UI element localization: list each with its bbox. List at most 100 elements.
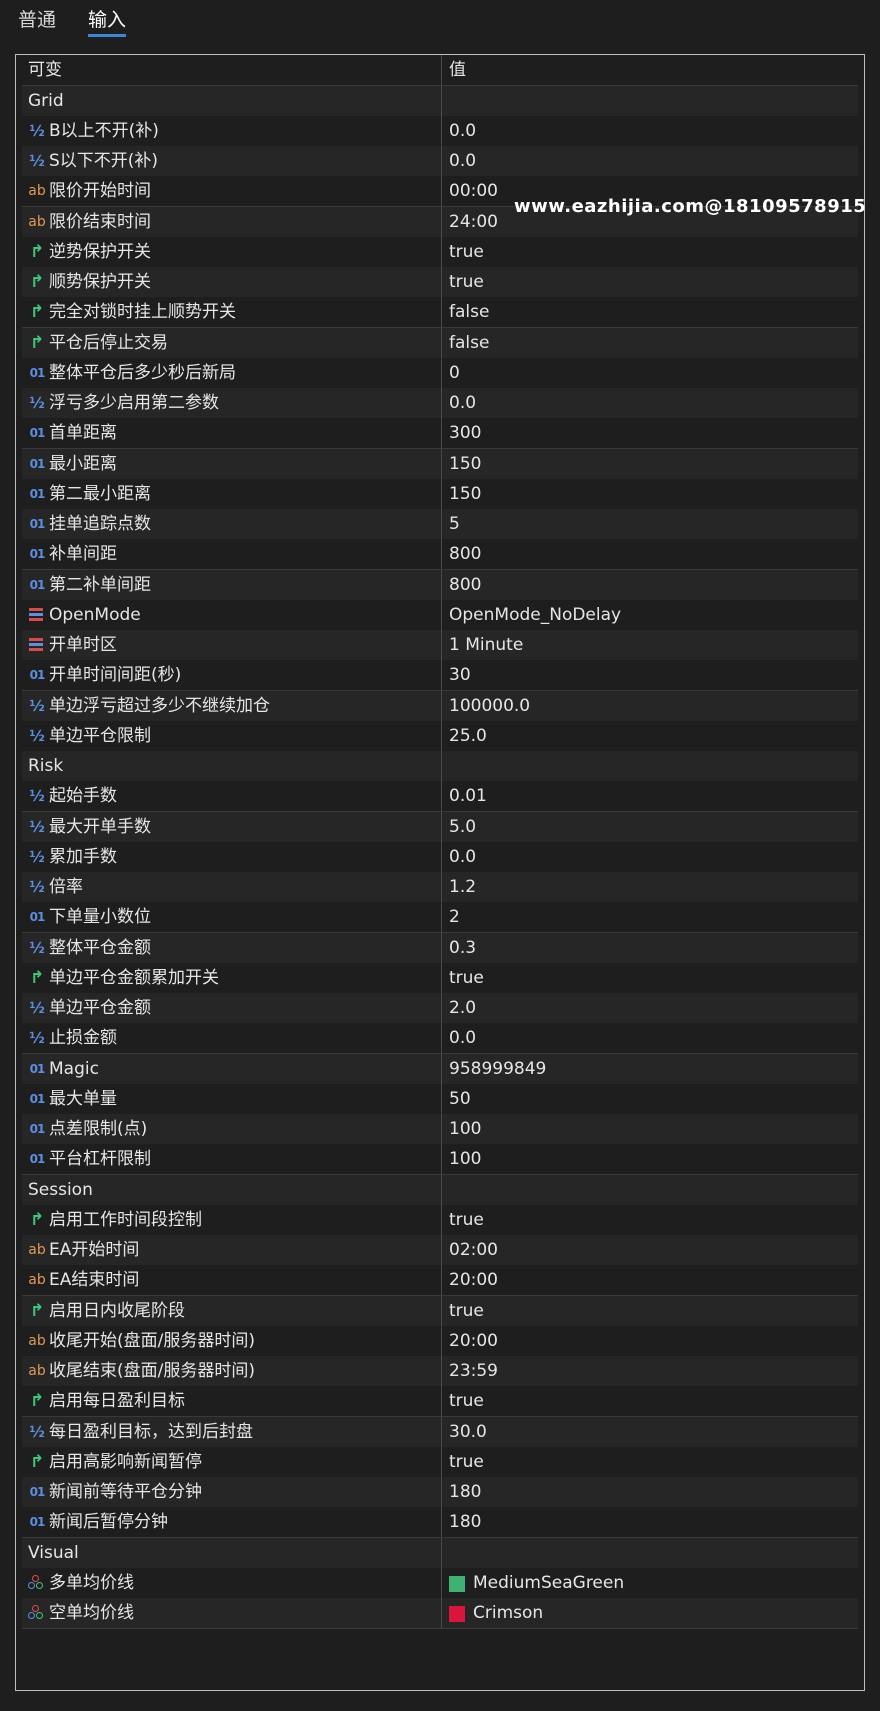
param-value[interactable]: OpenMode_NoDelay <box>449 600 621 630</box>
param-value-cell[interactable]: true <box>442 1205 856 1235</box>
param-value-cell[interactable]: 0.0 <box>442 1023 856 1053</box>
param-value-cell[interactable]: true <box>442 267 856 297</box>
table-row[interactable]: ½ 最大开单手数 5.0 <box>22 811 858 843</box>
table-row[interactable]: ab EA结束时间 20:00 <box>22 1265 858 1297</box>
table-row[interactable]: ab EA开始时间 02:00 <box>22 1235 858 1266</box>
table-row[interactable]: 01 补单间距 800 <box>22 539 858 571</box>
param-value-cell[interactable]: 300 <box>442 418 856 448</box>
table-row[interactable]: ab 收尾开始(盘面/服务器时间) 20:00 <box>22 1325 858 1357</box>
table-row[interactable]: ↱ 平仓后停止交易 false <box>22 327 858 359</box>
param-value-cell[interactable]: true <box>442 1447 856 1477</box>
param-value[interactable]: 00:00 <box>449 176 498 206</box>
param-value[interactable]: 958999849 <box>449 1054 546 1084</box>
param-value[interactable]: 02:00 <box>449 1235 498 1265</box>
param-value[interactable]: 2.0 <box>449 993 476 1023</box>
param-value[interactable]: 30 <box>449 660 471 690</box>
table-row[interactable]: ½ B以上不开(补) 0.0 <box>22 115 858 147</box>
param-value-cell[interactable]: 20:00 <box>442 1326 856 1356</box>
param-value-cell[interactable]: Crimson <box>442 1598 856 1628</box>
param-value[interactable]: 150 <box>449 449 481 479</box>
table-row[interactable]: ↱ 启用高影响新闻暂停 true <box>22 1446 858 1478</box>
param-value[interactable]: true <box>449 1447 484 1477</box>
table-row[interactable]: ↱ 顺势保护开关 true <box>22 267 858 298</box>
table-row[interactable]: 01 平台杠杆限制 100 <box>22 1144 858 1176</box>
param-value-cell[interactable]: 100000.0 <box>442 691 856 721</box>
param-value[interactable]: 25.0 <box>449 721 487 751</box>
param-value-cell[interactable]: 0.0 <box>442 842 856 872</box>
param-value-cell[interactable]: 0.0 <box>442 146 856 176</box>
param-value-cell[interactable]: 0.01 <box>442 781 856 811</box>
param-value[interactable]: true <box>449 237 484 267</box>
param-value-cell[interactable]: 100 <box>442 1144 856 1174</box>
param-value-cell[interactable]: true <box>442 963 856 993</box>
column-header-name[interactable]: 可变 <box>22 55 442 85</box>
param-value-cell[interactable]: 0.0 <box>442 116 856 146</box>
param-value[interactable]: true <box>449 963 484 993</box>
param-value-cell[interactable]: true <box>442 1386 856 1416</box>
param-value[interactable]: true <box>449 1205 484 1235</box>
table-row[interactable]: 01 首单距离 300 <box>22 418 858 450</box>
param-value-cell[interactable]: 150 <box>442 479 856 509</box>
param-value-cell[interactable]: MediumSeaGreen <box>442 1568 856 1598</box>
param-value[interactable]: 0.0 <box>449 116 476 146</box>
param-value[interactable]: 1.2 <box>449 872 476 902</box>
param-value[interactable]: MediumSeaGreen <box>473 1568 624 1598</box>
param-value-cell[interactable]: 30 <box>442 660 856 690</box>
param-value[interactable]: true <box>449 1386 484 1416</box>
table-row[interactable]: 01 第二补单间距 800 <box>22 569 858 601</box>
param-value-cell[interactable]: true <box>442 1296 856 1326</box>
param-value-cell[interactable]: 5.0 <box>442 812 856 842</box>
param-value-cell[interactable]: 180 <box>442 1477 856 1507</box>
tab-inputs[interactable]: 输入 <box>88 5 126 32</box>
table-row[interactable]: ab 收尾结束(盘面/服务器时间) 23:59 <box>22 1356 858 1387</box>
param-value-cell[interactable]: 958999849 <box>442 1054 856 1084</box>
table-row[interactable]: 01 点差限制(点) 100 <box>22 1114 858 1145</box>
param-value[interactable]: 0.3 <box>449 933 476 963</box>
table-row[interactable]: ½ 累加手数 0.0 <box>22 841 858 873</box>
param-value-cell[interactable]: 02:00 <box>442 1235 856 1265</box>
param-value[interactable]: true <box>449 1296 484 1326</box>
table-row[interactable]: ↱ 单边平仓金额累加开关 true <box>22 962 858 994</box>
color-swatch[interactable] <box>449 1606 465 1622</box>
param-value[interactable]: 0.0 <box>449 1023 476 1053</box>
param-value-cell[interactable]: 5 <box>442 509 856 539</box>
param-value[interactable]: 30.0 <box>449 1417 487 1447</box>
table-row[interactable]: 01 Magic 958999849 <box>22 1053 858 1085</box>
param-value[interactable]: Crimson <box>473 1598 543 1628</box>
param-value-cell[interactable]: 0 <box>442 358 856 388</box>
table-row[interactable]: 多单均价线 MediumSeaGreen <box>22 1567 858 1599</box>
param-value[interactable]: 0.0 <box>449 388 476 418</box>
param-value-cell[interactable]: 1.2 <box>442 872 856 902</box>
param-value[interactable]: 5 <box>449 509 460 539</box>
param-value[interactable]: 800 <box>449 539 481 569</box>
table-row[interactable]: ½ 浮亏多少启用第二参数 0.0 <box>22 388 858 419</box>
table-row[interactable]: 开单时区 1 Minute <box>22 630 858 661</box>
param-value[interactable]: 20:00 <box>449 1265 498 1295</box>
param-value-cell[interactable]: 800 <box>442 539 856 569</box>
table-row[interactable]: 01 开单时间间距(秒) 30 <box>22 660 858 692</box>
param-value[interactable]: 5.0 <box>449 812 476 842</box>
param-value-cell[interactable]: 800 <box>442 570 856 600</box>
table-row[interactable]: ↱ 启用工作时间段控制 true <box>22 1204 858 1236</box>
table-row[interactable]: 01 新闻前等待平仓分钟 180 <box>22 1477 858 1508</box>
param-value[interactable]: 50 <box>449 1084 471 1114</box>
table-row[interactable]: 01 整体平仓后多少秒后新局 0 <box>22 357 858 389</box>
table-row[interactable]: 01 下单量小数位 2 <box>22 902 858 934</box>
param-value-cell[interactable]: 2 <box>442 902 856 932</box>
param-value[interactable]: 100 <box>449 1114 481 1144</box>
param-value[interactable]: 1 Minute <box>449 630 523 660</box>
param-value-cell[interactable]: 180 <box>442 1507 856 1537</box>
param-value[interactable]: 180 <box>449 1477 481 1507</box>
param-value[interactable]: false <box>449 328 489 358</box>
table-row[interactable]: 01 挂单追踪点数 5 <box>22 509 858 540</box>
param-value-cell[interactable]: 23:59 <box>442 1356 856 1386</box>
param-value-cell[interactable]: 20:00 <box>442 1265 856 1295</box>
param-value[interactable]: 800 <box>449 570 481 600</box>
param-value[interactable]: 180 <box>449 1507 481 1537</box>
param-value[interactable]: 100000.0 <box>449 691 530 721</box>
table-row[interactable]: 01 最大单量 50 <box>22 1083 858 1115</box>
table-row[interactable]: ½ 每日盈利目标，达到后封盘 30.0 <box>22 1416 858 1448</box>
param-value[interactable]: 0 <box>449 358 460 388</box>
table-row[interactable]: ½ 倍率 1.2 <box>22 872 858 903</box>
column-header-value[interactable]: 值 <box>442 55 856 85</box>
